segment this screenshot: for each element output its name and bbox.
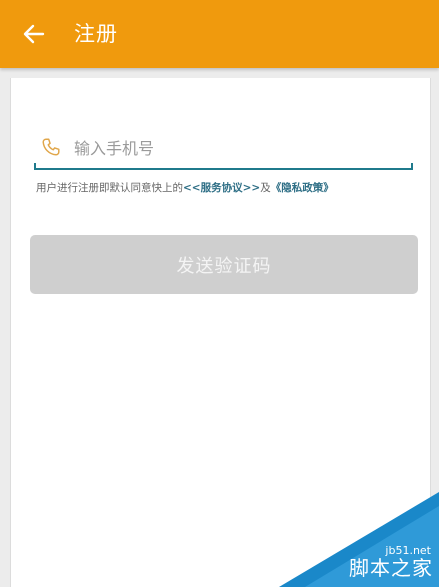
phone-input[interactable] [74,134,404,162]
phone-icon [42,138,60,156]
page-title: 注册 [74,22,118,46]
send-code-button[interactable]: 发送验证码 [30,235,418,294]
terms-joiner: 及 [260,182,271,194]
phone-field[interactable] [34,130,413,170]
terms-notice: 用户进行注册即默认同意快上的<<服务协议>>及《隐私政策》 [36,180,416,195]
back-button[interactable] [16,18,52,50]
app-bar: 注册 [0,0,439,68]
arrow-left-icon [23,24,45,44]
privacy-policy-link[interactable]: 《隐私政策》 [271,182,334,194]
service-agreement-link[interactable]: <<服务协议>> [183,182,260,194]
terms-prefix: 用户进行注册即默认同意快上的 [36,182,183,194]
